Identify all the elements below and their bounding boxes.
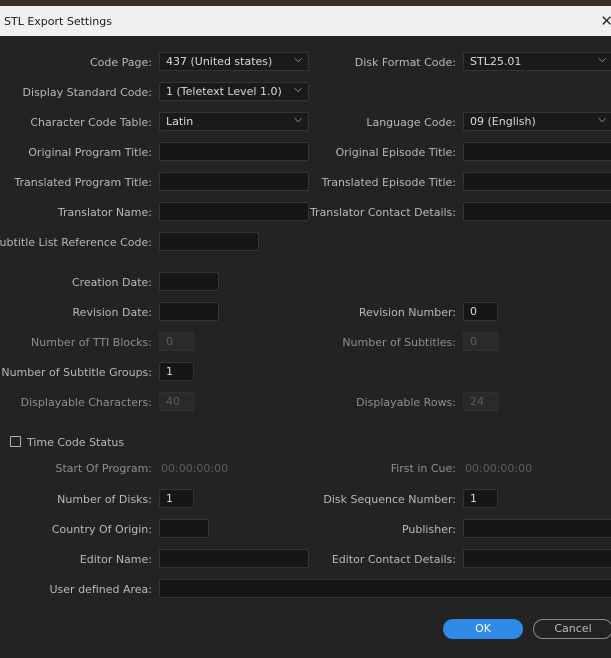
close-icon[interactable]: ✕ — [600, 12, 611, 30]
language-code-value: 09 (English) — [470, 115, 536, 128]
revision-date-label: Revision Date: — [72, 306, 152, 319]
user-defined-area-label: User defined Area: — [49, 583, 153, 596]
editor-name-label: Editor Name: — [79, 553, 152, 566]
first-in-cue-value: 00:00:00:00 — [465, 462, 533, 475]
language-code-select[interactable]: 09 (English) ⌵ — [463, 112, 611, 131]
window-title: STL Export Settings — [4, 15, 112, 28]
translator-contact-details-label: Translator Contact Details: — [309, 206, 456, 219]
number-of-disks-label: Number of Disks: — [57, 493, 152, 506]
displayable-characters-input: 40 — [159, 392, 194, 411]
disk-format-code-select[interactable]: STL25.01 ⌵ — [463, 52, 611, 71]
displayable-rows-label: Displayable Rows: — [356, 396, 456, 409]
user-defined-area-input[interactable] — [159, 579, 611, 598]
publisher-input[interactable] — [463, 519, 611, 538]
chevron-down-icon: ⌵ — [294, 54, 302, 65]
country-of-origin-label: Country Of Origin: — [51, 523, 152, 536]
character-code-table-value: Latin — [166, 115, 194, 128]
language-code-label: Language Code: — [366, 116, 456, 129]
code-page-value: 437 (United states) — [166, 55, 273, 68]
number-of-disks-input[interactable]: 1 — [159, 489, 194, 508]
stl-export-settings-dialog: Code Page: 437 (United states) ⌵ Disk Fo… — [0, 36, 611, 658]
chevron-down-icon: ⌵ — [598, 114, 606, 125]
country-of-origin-input[interactable] — [159, 519, 209, 538]
displayable-characters-label: Displayable Characters: — [20, 396, 152, 409]
number-of-subtitles-input: 0 — [463, 332, 498, 351]
revision-number-input[interactable]: 0 — [463, 302, 498, 321]
start-of-program-label: Start Of Program: — [55, 462, 152, 475]
code-page-label: Code Page: — [90, 56, 152, 69]
creation-date-input[interactable] — [159, 272, 219, 291]
subtitle-list-reference-code-label: Subtitle List Reference Code: — [0, 236, 152, 249]
revision-date-input[interactable] — [159, 302, 219, 321]
creation-date-label: Creation Date: — [71, 276, 152, 289]
translated-program-title-input[interactable] — [159, 172, 309, 191]
disk-sequence-number-input[interactable]: 1 — [463, 489, 498, 508]
original-program-title-label: Original Program Title: — [28, 146, 152, 159]
translated-episode-title-label: Translated Episode Title: — [321, 176, 456, 189]
original-program-title-input[interactable] — [159, 142, 309, 161]
editor-contact-details-label: Editor Contact Details: — [331, 553, 456, 566]
display-standard-code-value: 1 (Teletext Level 1.0) — [166, 85, 282, 98]
disk-sequence-number-label: Disk Sequence Number: — [323, 493, 456, 506]
translator-contact-details-input[interactable] — [463, 202, 611, 221]
character-code-table-select[interactable]: Latin ⌵ — [159, 112, 309, 131]
ok-button[interactable]: OK — [443, 619, 523, 639]
disk-format-code-label: Disk Format Code: — [354, 56, 456, 69]
disk-format-code-value: STL25.01 — [470, 55, 522, 68]
display-standard-code-label: Display Standard Code: — [22, 86, 152, 99]
revision-number-label: Revision Number: — [358, 306, 456, 319]
publisher-label: Publisher: — [401, 523, 456, 536]
first-in-cue-label: First in Cue: — [390, 462, 456, 475]
code-page-select[interactable]: 437 (United states) ⌵ — [159, 52, 309, 71]
number-of-subtitles-label: Number of Subtitles: — [342, 336, 456, 349]
subtitle-list-reference-code-input[interactable] — [159, 232, 259, 251]
original-episode-title-input[interactable] — [463, 142, 611, 161]
displayable-rows-input: 24 — [463, 392, 498, 411]
editor-contact-details-input[interactable] — [463, 549, 611, 568]
time-code-status-checkbox[interactable] — [10, 436, 21, 447]
translated-episode-title-input[interactable] — [463, 172, 611, 191]
time-code-status-label: Time Code Status — [27, 436, 125, 449]
editor-name-input[interactable] — [159, 549, 309, 568]
translated-program-title-label: Translated Program Title: — [14, 176, 152, 189]
number-of-tti-blocks-input: 0 — [159, 332, 194, 351]
cancel-button[interactable]: Cancel — [533, 619, 611, 639]
translator-name-label: Translator Name: — [57, 206, 152, 219]
display-standard-code-select[interactable]: 1 (Teletext Level 1.0) ⌵ — [159, 82, 309, 101]
chevron-down-icon: ⌵ — [294, 84, 302, 95]
number-of-subtitle-groups-input[interactable]: 1 — [159, 362, 194, 381]
chevron-down-icon: ⌵ — [294, 114, 302, 125]
original-episode-title-label: Original Episode Title: — [335, 146, 456, 159]
number-of-subtitle-groups-label: Number of Subtitle Groups: — [1, 366, 152, 379]
translator-name-input[interactable] — [159, 202, 309, 221]
title-bar: STL Export Settings ✕ — [0, 6, 611, 36]
chevron-down-icon: ⌵ — [598, 54, 606, 65]
number-of-tti-blocks-label: Number of TTI Blocks: — [31, 336, 152, 349]
character-code-table-label: Character Code Table: — [30, 116, 152, 129]
start-of-program-value: 00:00:00:00 — [161, 462, 229, 475]
